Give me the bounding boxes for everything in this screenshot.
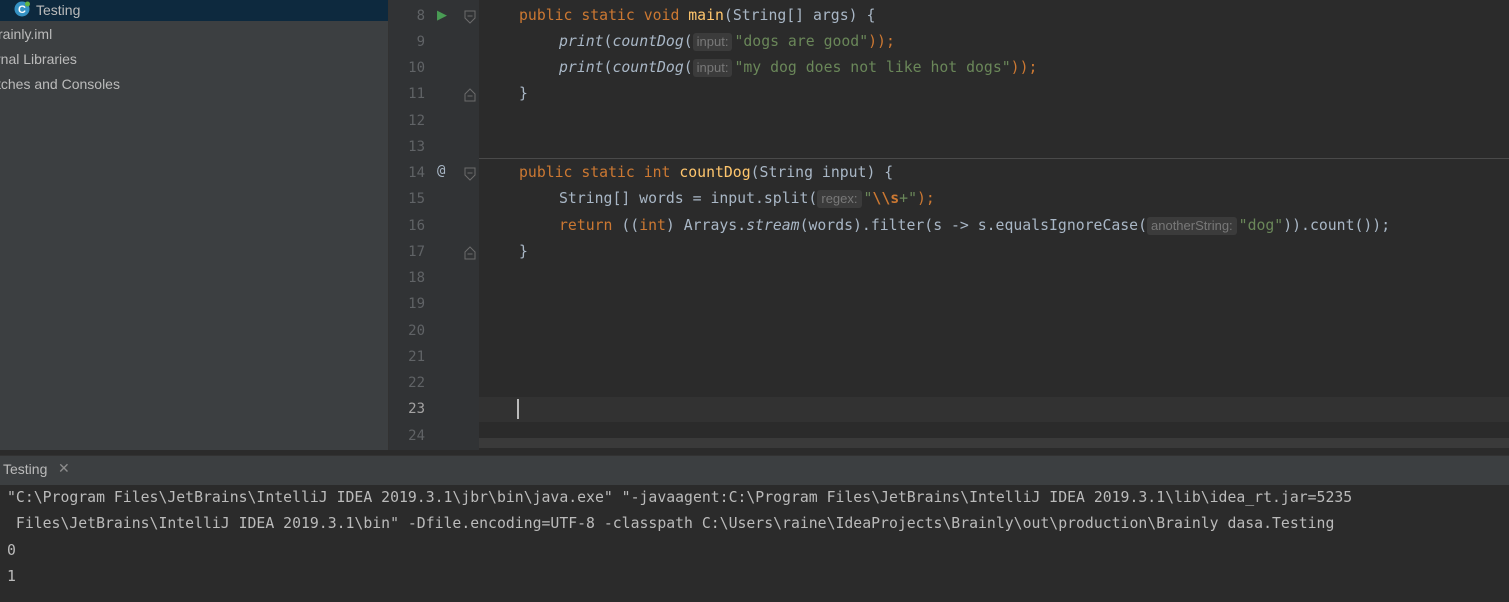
line-number: 20 (408, 323, 425, 339)
tree-item-label: rnal Libraries (0, 51, 77, 67)
code-line-10[interactable]: print(countDog(input: "my dog does not li… (559, 58, 1037, 78)
tree-item-scratches[interactable]: tches and Consoles (0, 73, 120, 95)
run-tab-testing[interactable]: Testing (3, 461, 47, 477)
line-number: 15 (408, 191, 425, 207)
code-line-15[interactable]: String[] words = input.split(regex: "\\s+… (559, 189, 935, 209)
override-gutter-icon[interactable]: @ (437, 163, 445, 179)
fold-open-icon[interactable] (464, 10, 476, 24)
method-separator (479, 158, 1509, 159)
code-line-16[interactable]: return ((int) Arrays.stream(words).filte… (559, 216, 1390, 236)
run-gutter-icon[interactable]: ▶ (437, 7, 447, 23)
line-number: 22 (408, 375, 425, 391)
code-line-8[interactable]: public static void main(String[] args) { (519, 6, 875, 26)
tree-item-label: rainly.iml (0, 26, 53, 42)
code-line-17[interactable]: } (519, 242, 528, 262)
line-number: 14 (408, 165, 425, 181)
line-number-current: 23 (408, 401, 425, 417)
line-number: 8 (416, 8, 425, 24)
close-icon[interactable]: ✕ (58, 460, 70, 477)
current-line-highlight (479, 397, 1509, 422)
line-number: 11 (408, 86, 425, 102)
parameter-hint: anotherString: (1147, 217, 1237, 235)
java-class-icon: C (14, 1, 30, 17)
horizontal-scrollbar[interactable] (479, 438, 1509, 448)
fold-open-icon[interactable] (464, 167, 476, 181)
console-line: Files\JetBrains\IntelliJ IDEA 2019.3.1\b… (7, 515, 1335, 532)
line-number: 17 (408, 244, 425, 260)
fold-close-icon[interactable] (464, 246, 476, 260)
code-line-14[interactable]: public static int countDog(String input)… (519, 163, 893, 183)
line-number: 13 (408, 139, 425, 155)
text-caret (517, 399, 519, 419)
code-line-9[interactable]: print(countDog(input: "dogs are good")); (559, 32, 895, 52)
line-number: 18 (408, 270, 425, 286)
code-line-11[interactable]: } (519, 84, 528, 104)
console-line: "C:\Program Files\JetBrains\IntelliJ IDE… (7, 489, 1353, 506)
fold-close-icon[interactable] (464, 88, 476, 102)
run-tool-window-header: Testing ✕ (0, 455, 1509, 486)
code-editor[interactable]: public static void main(String[] args) {… (479, 0, 1509, 450)
run-console[interactable]: "C:\Program Files\JetBrains\IntelliJ IDE… (0, 485, 1509, 602)
svg-text:C: C (18, 4, 26, 16)
line-number: 19 (408, 296, 425, 312)
tree-item-label: Testing (36, 2, 81, 18)
editor-gutter: 8 9 10 11 12 13 14 15 16 17 18 19 20 21 … (389, 0, 479, 450)
line-number: 12 (408, 113, 425, 129)
parameter-hint: regex: (817, 190, 862, 208)
line-number: 10 (408, 60, 425, 76)
line-number: 9 (416, 34, 425, 50)
tree-item-label: tches and Consoles (0, 76, 120, 92)
line-number: 24 (408, 428, 425, 444)
line-number: 21 (408, 349, 425, 365)
tree-item-external-libraries[interactable]: rnal Libraries (0, 48, 77, 70)
parameter-hint: input: (692, 33, 733, 51)
console-line: 0 (7, 542, 16, 559)
tree-item-testing[interactable]: C Testing (0, 0, 388, 21)
console-line: 1 (7, 568, 16, 585)
project-panel: C Testing rainly.iml rnal Libraries tche… (0, 0, 388, 450)
parameter-hint: input: (692, 59, 733, 77)
line-number: 16 (408, 218, 425, 234)
tree-item-iml[interactable]: rainly.iml (0, 23, 52, 45)
